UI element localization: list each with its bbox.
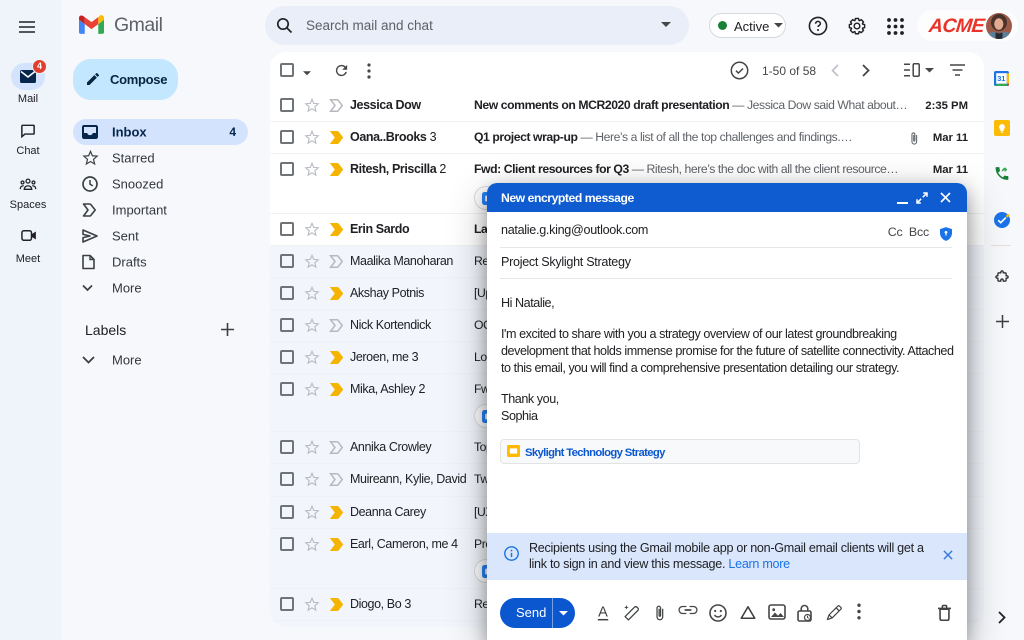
svg-text:A: A <box>598 605 608 621</box>
svg-text:31: 31 <box>997 74 1005 83</box>
